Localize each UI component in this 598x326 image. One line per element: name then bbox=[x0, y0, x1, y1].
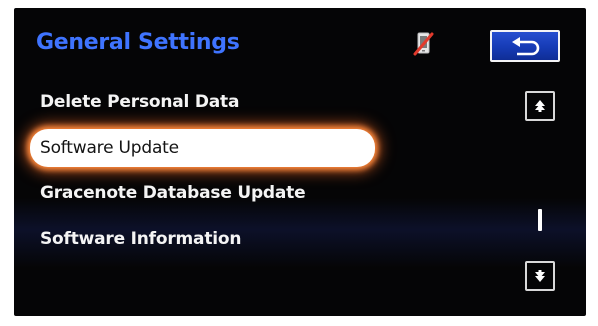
menu-item-software-information[interactable]: Software Information bbox=[40, 221, 241, 257]
page-down-icon bbox=[535, 270, 545, 282]
scrollbar-thumb[interactable] bbox=[538, 209, 542, 231]
menu-item-gracenote-database-update[interactable]: Gracenote Database Update bbox=[40, 175, 306, 211]
phone-disconnected-icon bbox=[412, 30, 436, 58]
menu-item-delete-personal-data[interactable]: Delete Personal Data bbox=[40, 84, 239, 120]
back-arrow-icon bbox=[512, 37, 540, 56]
menu-item-label: Software Information bbox=[40, 229, 242, 249]
menu-item-software-update[interactable]: Software Update bbox=[30, 129, 375, 167]
settings-screen: General Settings Delete Personal Data So… bbox=[14, 8, 586, 316]
menu-item-label: Software Update bbox=[40, 138, 179, 158]
page-up-icon bbox=[535, 100, 545, 112]
page-title: General Settings bbox=[36, 30, 240, 55]
menu-item-label: Gracenote Database Update bbox=[40, 183, 306, 203]
scroll-down-button[interactable] bbox=[525, 261, 555, 291]
menu-item-label: Delete Personal Data bbox=[40, 92, 240, 112]
scroll-up-button[interactable] bbox=[525, 91, 555, 121]
back-button[interactable] bbox=[490, 30, 560, 62]
